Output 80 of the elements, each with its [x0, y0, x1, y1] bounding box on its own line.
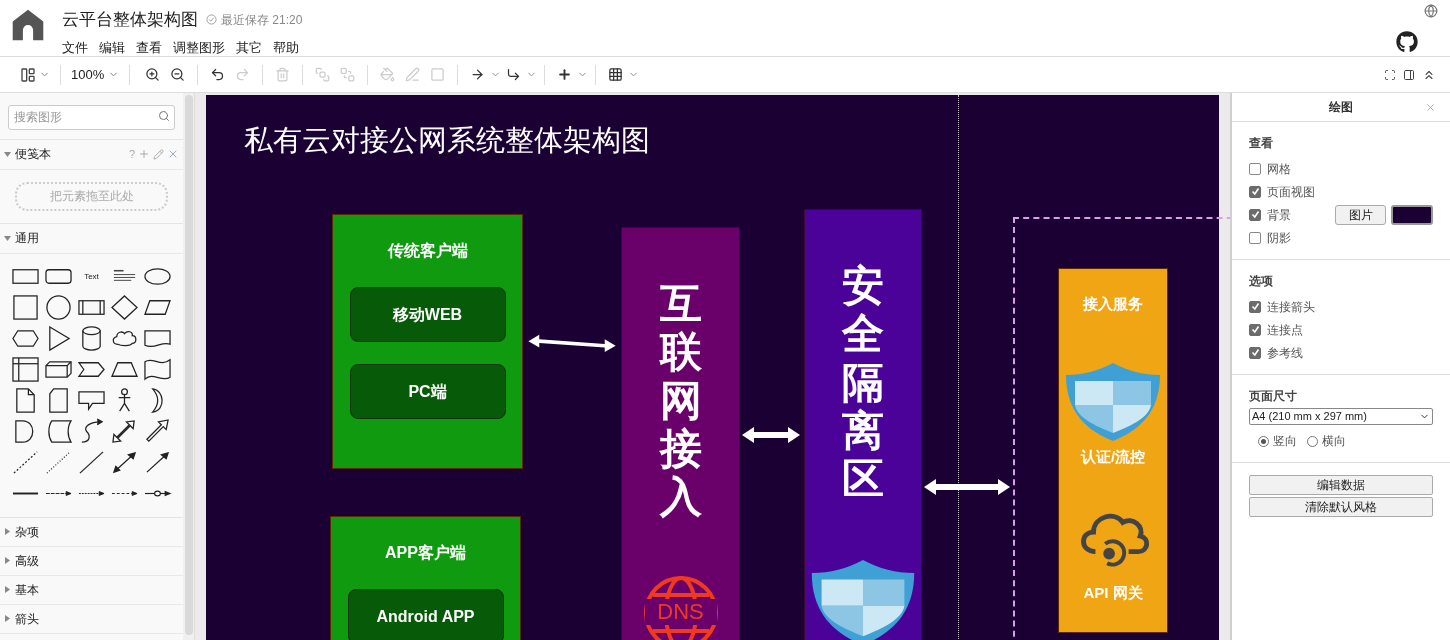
search-field[interactable]: 搜索图形 — [8, 104, 175, 130]
github-icon[interactable] — [1396, 31, 1418, 53]
diamond-icon[interactable] — [110, 294, 140, 321]
checkbox[interactable] — [1249, 185, 1261, 198]
undo-icon[interactable] — [210, 67, 226, 82]
client-box: Android APP — [347, 589, 504, 640]
checkbox[interactable] — [1249, 300, 1261, 313]
radio-button[interactable] — [1307, 435, 1318, 447]
circle-icon[interactable] — [43, 294, 73, 321]
column-label: 互联网接入 — [659, 280, 702, 522]
panel-button[interactable]: 清除默认风格 — [1249, 497, 1433, 517]
section-heading: 页面尺寸 — [1249, 388, 1298, 405]
scrollbar-thumb[interactable] — [184, 95, 193, 635]
dns-label: DNS — [644, 599, 717, 626]
page-size-select[interactable]: A4 (210 mm x 297 mm) — [1249, 408, 1433, 425]
arrow-icon[interactable] — [470, 67, 486, 82]
checkbox[interactable] — [1249, 323, 1261, 336]
home-icon[interactable] — [11, 8, 45, 42]
section-title[interactable]: 杂项 — [15, 522, 39, 541]
diagram-title: 私有云对接公网系统整体架构图 — [244, 123, 650, 158]
section-heading: 选项 — [1249, 273, 1274, 290]
zoom-in-icon[interactable] — [145, 67, 161, 82]
document-title[interactable]: 云平台整体架构图 — [62, 7, 198, 33]
service-label: API 网关 — [1083, 583, 1143, 603]
checkbox-label: 连接箭头 — [1267, 298, 1315, 316]
client-box: PC端 — [349, 364, 506, 419]
checkbox[interactable] — [1249, 162, 1261, 175]
format-panel-icon[interactable] — [20, 66, 36, 83]
section-title[interactable]: 高级 — [15, 551, 39, 570]
menu-item[interactable]: 其它 — [236, 37, 262, 57]
section-heading: 查看 — [1249, 135, 1274, 152]
group-title: APP客户端 — [385, 543, 466, 563]
menu-item[interactable]: 文件 — [62, 37, 88, 57]
double-arrow-connector — [740, 425, 802, 445]
plus-icon[interactable] — [557, 67, 573, 82]
checkbox-label: 连接点 — [1267, 321, 1303, 339]
checkbox-label: 参考线 — [1267, 344, 1303, 362]
client-box: 移动WEB — [349, 287, 506, 342]
background-color-swatch[interactable] — [1391, 204, 1433, 225]
zoom-dropdown[interactable]: 100% — [71, 64, 120, 85]
checkbox-label: 阴影 — [1267, 229, 1291, 247]
section-title[interactable]: 通用 — [15, 229, 39, 247]
menu-item[interactable]: 调整图形 — [173, 37, 225, 57]
search-icon[interactable] — [158, 110, 170, 122]
radio-label: 竖向 — [1273, 433, 1297, 450]
menu-item[interactable]: 编辑 — [99, 37, 125, 57]
fullscreen-icon[interactable] — [1384, 68, 1396, 81]
section-title[interactable]: 箭头 — [15, 609, 39, 628]
panel-icon[interactable] — [1403, 68, 1415, 81]
service-title: 接入服务 — [1083, 294, 1143, 314]
menu-item[interactable]: 帮助 — [273, 37, 299, 57]
group-title: 传统客户端 — [387, 241, 468, 261]
save-status: 最近保存 21:20 — [221, 11, 303, 29]
drop-zone: 把元素拖至此处 — [15, 181, 168, 211]
radio-button[interactable] — [1258, 435, 1269, 447]
elbow-arrow-icon[interactable] — [506, 67, 522, 82]
checkbox[interactable] — [1249, 208, 1261, 221]
line-icon[interactable] — [77, 449, 106, 476]
image-button[interactable]: 图片 — [1335, 204, 1386, 225]
tape-icon[interactable] — [143, 356, 173, 383]
zoom-out-icon[interactable] — [170, 67, 186, 82]
panel-title: 绘图 — [1329, 99, 1353, 116]
internal-storage-icon[interactable] — [10, 356, 40, 383]
section-title[interactable]: 便笺本 — [15, 145, 51, 163]
radio-label: 横向 — [1322, 433, 1346, 450]
checkbox-label: 背景 — [1267, 206, 1291, 224]
checkbox-label: 网格 — [1267, 160, 1291, 178]
globe-icon[interactable] — [1424, 4, 1438, 18]
panel-button[interactable]: 编辑数据 — [1249, 475, 1433, 495]
grid-icon[interactable] — [608, 67, 624, 82]
service-label: 认证/流控 — [1080, 446, 1146, 467]
check-circle-icon — [206, 14, 217, 26]
square-shape-icon[interactable] — [10, 294, 40, 321]
checkbox-label: 页面视图 — [1267, 183, 1315, 201]
menu-item[interactable]: 查看 — [136, 37, 162, 57]
section-title[interactable]: 基本 — [15, 580, 39, 599]
checkbox[interactable] — [1249, 231, 1261, 244]
text-shape[interactable]: Text — [84, 270, 99, 283]
checkbox[interactable] — [1249, 346, 1261, 359]
column-label: 安全隔离区 — [842, 262, 884, 504]
